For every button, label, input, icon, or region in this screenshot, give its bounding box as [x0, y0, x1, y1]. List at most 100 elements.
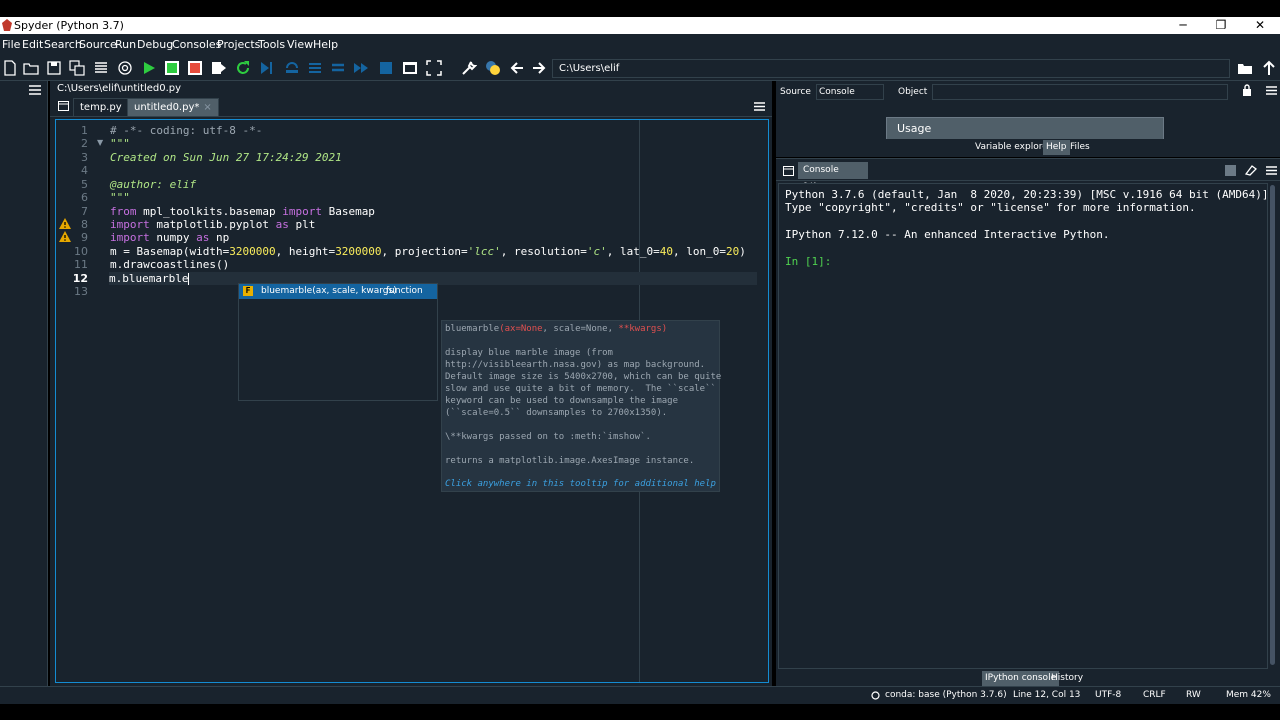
code-line-9: import numpy as np — [110, 231, 229, 244]
code-line-10: m = Basemap(width=3200000, height=320000… — [110, 245, 746, 258]
text-cursor — [188, 273, 190, 285]
tooltip-line: slow and use quite a bit of memory. The … — [445, 384, 716, 394]
editor-options-menu-icon[interactable] — [754, 102, 765, 111]
keyword: as — [275, 218, 289, 231]
sig-sep: , — [542, 324, 554, 334]
tab-files[interactable]: Files — [1067, 140, 1093, 155]
menu-source[interactable]: Source — [79, 38, 117, 51]
fullscreen-icon[interactable] — [426, 60, 442, 76]
hamburger-menu-icon[interactable] — [29, 85, 41, 95]
console-line: IPython 7.12.0 -- An enhanced Interactiv… — [785, 228, 1110, 241]
docstring-tooltip[interactable]: bluemarble(ax=None, scale=None, **kwargs… — [441, 320, 721, 492]
step-return-icon[interactable] — [330, 60, 346, 76]
status-encoding: UTF-8 — [1095, 690, 1122, 700]
tab-untitled0-py[interactable]: untitled0.py* × — [127, 98, 219, 116]
menu-projects[interactable]: Projects — [217, 38, 260, 51]
line-number: 5 — [81, 178, 88, 191]
run-icon[interactable] — [141, 60, 157, 76]
save-icon[interactable] — [46, 60, 62, 76]
line-number: 7 — [81, 205, 88, 218]
screen-border — [0, 704, 1280, 720]
status-memory: Mem 42% — [1226, 690, 1271, 700]
help-object-input[interactable] — [932, 84, 1228, 100]
scrollbar-thumb[interactable] — [1270, 185, 1275, 665]
menu-view[interactable]: View — [287, 38, 313, 51]
menu-consoles[interactable]: Consoles — [172, 38, 221, 51]
string-literal: 'c' — [586, 245, 607, 258]
at-email-icon[interactable] — [117, 60, 133, 76]
debug-icon[interactable] — [258, 60, 274, 76]
tooltip-help-link[interactable]: Click anywhere in this tooltip for addit… — [445, 479, 716, 489]
tab-help[interactable]: Help — [1043, 140, 1070, 155]
spyder-app-icon — [2, 19, 12, 31]
forward-arrow-icon[interactable] — [531, 60, 547, 76]
menu-tools[interactable]: Tools — [258, 38, 285, 51]
run-cell-icon[interactable] — [164, 60, 180, 76]
browse-tabs-icon[interactable] — [783, 166, 794, 176]
stop-kernel-icon[interactable] — [1225, 165, 1236, 176]
browse-tabs-icon[interactable] — [58, 101, 69, 111]
menu-run[interactable]: Run — [115, 38, 136, 51]
status-bar: conda: base (Python 3.7.6) Line 12, Col … — [0, 686, 1280, 704]
close-window-button[interactable]: ✕ — [1240, 17, 1280, 34]
status-conda-env[interactable]: conda: base (Python 3.7.6) — [885, 690, 1007, 700]
menu-edit[interactable]: Edit — [22, 38, 43, 51]
list-icon[interactable] — [93, 60, 109, 76]
run-cell-advance-icon[interactable] — [187, 60, 203, 76]
new-file-icon[interactable] — [2, 60, 18, 76]
run-selection-icon[interactable] — [211, 60, 227, 76]
line-number: 9 — [81, 231, 88, 244]
number-literal: 3200000 — [335, 245, 382, 258]
continue-icon[interactable] — [353, 60, 369, 76]
line-number: 13 — [74, 285, 88, 298]
code-text[interactable]: # -*- coding: utf-8 -*- """ Created on S… — [109, 120, 816, 682]
import-name: plt — [288, 218, 316, 231]
ipython-console-output[interactable]: Python 3.7.6 (default, Jan 8 2020, 20:23… — [778, 183, 1268, 669]
menu-search[interactable]: Search — [44, 38, 82, 51]
tab-console-1a[interactable]: Console 1/A× — [798, 162, 868, 192]
console-scrollbar[interactable] — [1268, 183, 1278, 669]
browse-folder-icon[interactable] — [1237, 60, 1253, 76]
close-tab-icon[interactable]: × — [203, 102, 211, 113]
parent-directory-icon[interactable] — [1261, 60, 1277, 76]
import-name: Basemap — [321, 205, 375, 218]
save-all-icon[interactable] — [69, 60, 85, 76]
step-into-icon[interactable] — [307, 60, 323, 76]
maximize-pane-icon[interactable] — [402, 60, 418, 76]
keyword: from — [110, 205, 137, 218]
line-number: 6 — [81, 191, 88, 204]
line-number-gutter: 1 2 ▼ 3 4 5 6 7 8 9 10 11 12 13 — [56, 120, 108, 682]
open-file-icon[interactable] — [23, 60, 39, 76]
preferences-wrench-icon[interactable] — [461, 60, 477, 76]
lock-icon[interactable] — [1242, 84, 1252, 96]
maximize-button[interactable]: ❐ — [1201, 17, 1241, 34]
help-options-menu-icon[interactable] — [1266, 86, 1277, 95]
rerun-icon[interactable] — [235, 60, 251, 76]
back-arrow-icon[interactable] — [509, 60, 525, 76]
console-tab-bar: Console 1/A× — [776, 159, 1280, 192]
autocomplete-item[interactable]: F bluemarble(ax, scale, kwargs) function — [239, 284, 437, 299]
code-fragment: , projection= — [381, 245, 468, 258]
code-line-1: # -*- coding: utf-8 -*- — [110, 124, 263, 137]
console-prompt: In [1]: — [785, 255, 832, 268]
code-editor[interactable]: 1 2 ▼ 3 4 5 6 7 8 9 10 11 12 13 # -*- co… — [55, 119, 816, 683]
working-directory-field[interactable]: C:\Users\elif — [552, 59, 1230, 78]
window-title-bar: Spyder (Python 3.7) ─ ❐ ✕ — [0, 17, 1280, 34]
fold-arrow-icon[interactable]: ▼ — [97, 138, 103, 147]
console-options-menu-icon[interactable] — [1266, 166, 1277, 175]
menu-debug[interactable]: Debug — [137, 38, 173, 51]
module-name: numpy — [149, 231, 197, 244]
help-source-select[interactable]: Console — [816, 84, 884, 100]
stop-debug-icon[interactable] — [378, 60, 394, 76]
menu-help[interactable]: Help — [313, 38, 338, 51]
help-pane: Source Console Object Usage Variable exp… — [776, 81, 1280, 157]
eraser-icon[interactable] — [1245, 165, 1257, 176]
step-icon[interactable] — [284, 60, 300, 76]
code-fragment: ) — [739, 245, 746, 258]
menu-file[interactable]: File — [2, 38, 20, 51]
python-path-icon[interactable] — [485, 60, 501, 76]
line-number: 1 — [81, 124, 88, 137]
help-object-label: Object — [898, 87, 928, 97]
tab-history[interactable]: History — [1048, 671, 1086, 686]
minimize-button[interactable]: ─ — [1163, 17, 1203, 34]
